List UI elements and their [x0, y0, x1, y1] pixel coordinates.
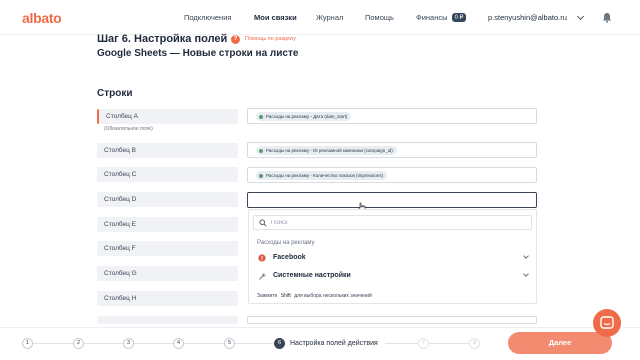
- step-6[interactable]: 6: [274, 338, 285, 349]
- row-label-column-h: Столбец H: [97, 291, 238, 306]
- step-3[interactable]: 3: [123, 338, 134, 349]
- user-email[interactable]: p.stenyushin@albato.ru: [488, 13, 567, 22]
- nav-my-bundles[interactable]: Мои связки: [254, 13, 297, 22]
- chevron-down-icon[interactable]: [576, 12, 585, 21]
- row-label-column-f: Столбец F: [97, 241, 238, 256]
- row-label-column-g: Столбец G: [97, 266, 238, 281]
- chevron-down-icon[interactable]: [523, 271, 529, 277]
- help-link[interactable]: Помощь по разделу: [245, 36, 296, 42]
- step-connector: [33, 343, 73, 344]
- row-label-column-d: Столбец D: [97, 192, 238, 207]
- dropdown-search[interactable]: [253, 215, 532, 230]
- step-1[interactable]: 1: [22, 338, 33, 349]
- search-input[interactable]: [271, 218, 521, 228]
- step-footer: 1 2 3 4 5 6 Настройка полей действия 7 8…: [0, 327, 640, 360]
- column-i-field[interactable]: [247, 316, 537, 324]
- column-c-field[interactable]: Расходы на рекламу - Количество показов …: [247, 167, 537, 183]
- chat-widget-button[interactable]: [593, 309, 621, 337]
- page-title: Шаг 6. Настройка полей: [97, 33, 228, 45]
- chat-icon: [600, 316, 614, 329]
- albato-logo[interactable]: albato: [22, 10, 62, 26]
- step-7[interactable]: 7: [418, 338, 429, 349]
- row-label-column-i: [97, 316, 238, 324]
- field-chip[interactable]: Расходы на рекламу - Количество показов …: [256, 171, 388, 180]
- option-system-settings[interactable]: Системные настройки: [253, 269, 534, 283]
- hint-suffix: для выбора нескольких значений: [294, 293, 372, 299]
- nav-finance[interactable]: Финансы 0 ₽: [416, 13, 467, 22]
- multiselect-hint: Зажмите Shift для выбора нескольких знач…: [257, 293, 372, 299]
- wrench-icon: [259, 273, 266, 280]
- step-connector: [184, 343, 224, 344]
- field-chip[interactable]: Расходы на рекламу - ID рекламной кампан…: [256, 146, 397, 155]
- field-chip[interactable]: Расходы на рекламу - Дата (date_start): [256, 112, 352, 121]
- row-label-column-a: Столбец A: [97, 109, 238, 124]
- step-4[interactable]: 4: [173, 338, 184, 349]
- hint-prefix: Зажмите: [257, 293, 278, 299]
- step-5[interactable]: 5: [224, 338, 235, 349]
- column-a-field[interactable]: Расходы на рекламу - Дата (date_start): [247, 108, 537, 124]
- search-icon: [259, 219, 267, 227]
- top-navigation-bar: albato Подключения Мои связки Журнал Пом…: [0, 0, 640, 35]
- nav-help[interactable]: Помощь: [365, 13, 394, 22]
- nav-connections[interactable]: Подключения: [184, 13, 231, 22]
- column-b-field[interactable]: Расходы на рекламу - ID рекламной кампан…: [247, 142, 537, 158]
- hint-key: Shift: [280, 293, 291, 299]
- option-label: Системные настройки: [273, 272, 351, 279]
- required-field-note: (Обязательное поле): [104, 126, 153, 132]
- finance-balance-badge: 0 ₽: [451, 13, 467, 22]
- step-connector: [84, 343, 124, 344]
- nav-finance-label: Финансы: [416, 13, 448, 22]
- step-connector: [385, 343, 418, 344]
- step-connector: [235, 343, 273, 344]
- option-facebook[interactable]: Facebook: [253, 251, 534, 265]
- option-label: Facebook: [273, 254, 306, 261]
- row-label-column-e: Столбец E: [97, 217, 238, 232]
- step-connector: [429, 343, 469, 344]
- step-8[interactable]: 8: [469, 338, 480, 349]
- dropdown-group-label: Расходы на рекламу: [257, 240, 315, 246]
- help-icon[interactable]: ?: [231, 35, 240, 44]
- field-select-dropdown: Расходы на рекламу Facebook Системные на…: [248, 209, 537, 304]
- bell-icon[interactable]: [602, 12, 612, 23]
- step-connector: [134, 343, 174, 344]
- column-d-field[interactable]: [247, 192, 537, 208]
- next-button[interactable]: Далее: [508, 332, 612, 354]
- step-2[interactable]: 2: [73, 338, 84, 349]
- chevron-down-icon[interactable]: [523, 253, 529, 259]
- nav-journal[interactable]: Журнал: [316, 13, 343, 22]
- active-step-label: Настройка полей действия: [290, 340, 378, 347]
- row-label-column-c: Столбец C: [97, 167, 238, 182]
- row-label-column-b: Столбец B: [97, 143, 238, 158]
- section-title: Строки: [97, 88, 133, 99]
- error-icon: [258, 254, 266, 262]
- page-subtitle: Google Sheets — Новые строки на листе: [97, 48, 299, 59]
